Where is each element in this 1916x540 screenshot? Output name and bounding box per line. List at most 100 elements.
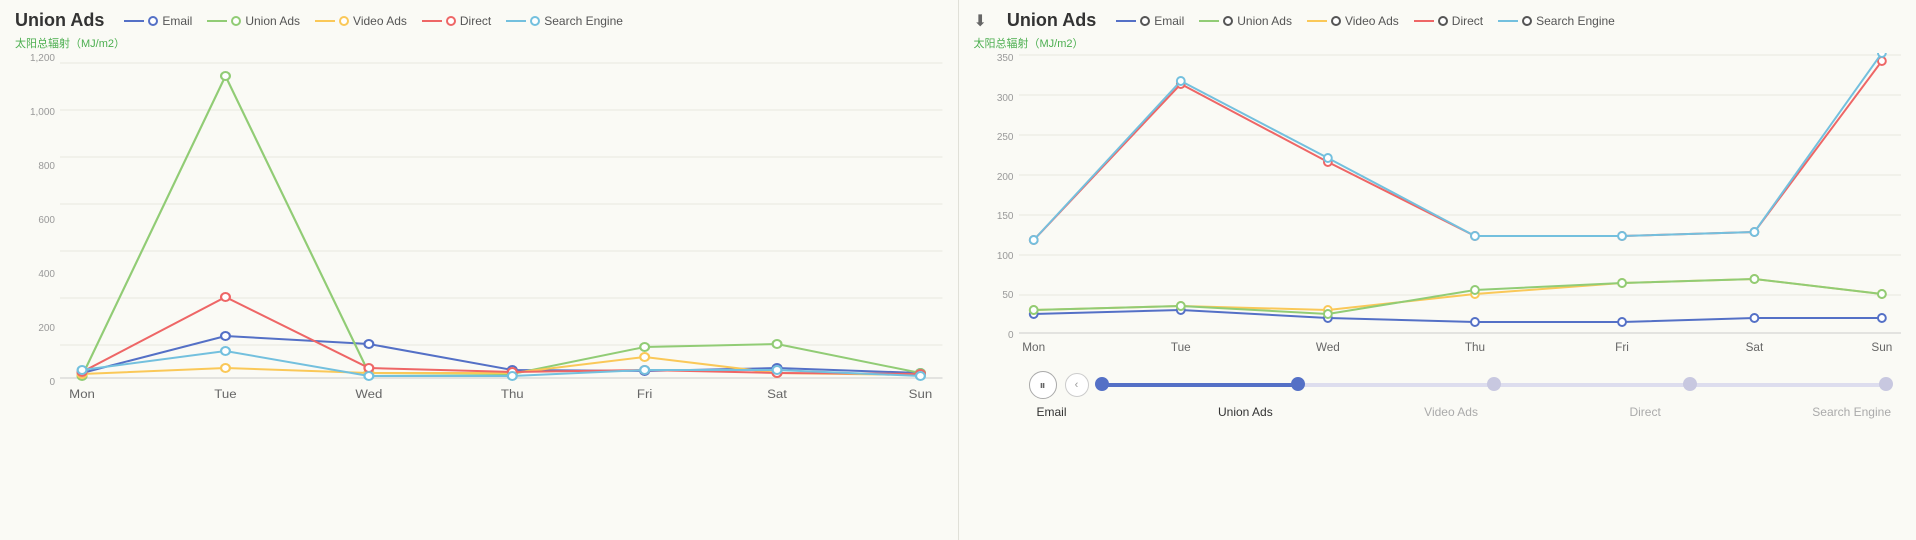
video-legend-label: Video Ads [353, 14, 407, 28]
left-email-line [82, 336, 920, 373]
right-direct-legend-dot [1438, 16, 1448, 26]
right-direct-line [1033, 61, 1881, 240]
right-legend-video: Video Ads [1307, 14, 1399, 28]
timeline-fill [1102, 383, 1298, 387]
left-panel-header: Union Ads Email Union Ads Video Ads Dire… [15, 10, 943, 31]
prev-button[interactable]: ‹ [1065, 373, 1089, 397]
right-video-legend-dot [1331, 16, 1341, 26]
right-direct-legend-label: Direct [1452, 14, 1483, 28]
left-y-1200: 1,200 [30, 53, 55, 64]
search-legend-label: Search Engine [544, 14, 623, 28]
right-union-dot-2 [1323, 310, 1331, 318]
left-direct-dot-1 [221, 293, 230, 301]
right-legend-email: Email [1116, 14, 1184, 28]
timeline-dot-email[interactable] [1095, 377, 1109, 391]
right-email-legend-dot [1140, 16, 1150, 26]
right-email-dot-3 [1471, 318, 1479, 326]
union-legend-line [207, 20, 227, 22]
right-chart-body: 350 300 250 200 150 100 50 0 [974, 53, 1902, 363]
left-xlabel-mon: Mon [69, 388, 95, 401]
timeline-dot-union[interactable] [1291, 377, 1305, 391]
right-xlabel-sun: Sun [1871, 340, 1892, 354]
direct-legend-line [422, 20, 442, 22]
left-legend-video: Video Ads [315, 14, 407, 28]
video-legend-line [315, 20, 335, 22]
right-search-dot-6 [1877, 53, 1885, 57]
right-email-legend-line [1116, 20, 1136, 22]
right-union-dot-1 [1176, 302, 1184, 310]
left-y-400: 400 [38, 269, 55, 280]
left-chart-svg: Mon Tue Wed Thu Fri Sat Sun [60, 53, 943, 413]
right-y-200: 200 [997, 172, 1014, 183]
union-legend-dot [231, 16, 241, 26]
right-search-dot-5 [1750, 228, 1758, 236]
left-search-dot-2 [364, 372, 373, 380]
right-union-legend-label: Union Ads [1237, 14, 1292, 28]
left-chart-panel: Union Ads Email Union Ads Video Ads Dire… [0, 0, 958, 540]
right-union-legend-dot [1223, 16, 1233, 26]
left-legend-search: Search Engine [506, 14, 623, 28]
left-video-dot-1 [221, 364, 230, 372]
union-legend-label: Union Ads [245, 14, 300, 28]
timeline-track[interactable] [1102, 383, 1887, 387]
direct-legend-label: Direct [460, 14, 491, 28]
right-email-dot-6 [1877, 314, 1885, 322]
left-chart-body: 1,200 1,000 800 600 400 200 0 [15, 53, 943, 413]
right-xlabel-mon: Mon [1022, 340, 1045, 354]
pause-button[interactable]: ⏸ [1029, 371, 1057, 399]
right-y-axis: 350 300 250 200 150 100 50 0 [974, 53, 1019, 363]
right-y-250: 250 [997, 132, 1014, 143]
right-union-dot-0 [1029, 306, 1037, 314]
right-chart-panel: ⬇ Union Ads Email Union Ads Video Ads [958, 0, 1916, 540]
search-legend-line [506, 20, 526, 22]
timeline-dot-video[interactable] [1487, 377, 1501, 391]
right-xlabel-fri: Fri [1615, 340, 1629, 354]
right-y-350: 350 [997, 53, 1014, 64]
right-y-300: 300 [997, 93, 1014, 104]
left-search-dot-5 [773, 366, 782, 374]
right-search-legend-label: Search Engine [1536, 14, 1615, 28]
left-direct-dot-2 [364, 364, 373, 372]
right-union-legend-line [1199, 20, 1219, 22]
download-icon[interactable]: ⬇ [974, 11, 987, 31]
right-y-0: 0 [1008, 330, 1014, 341]
right-xlabel-wed: Wed [1315, 340, 1339, 354]
right-search-dot-2 [1323, 154, 1331, 162]
email-legend-label: Email [162, 14, 192, 28]
right-video-legend-line [1307, 20, 1327, 22]
left-y-0: 0 [49, 377, 55, 388]
left-search-dot-6 [916, 372, 925, 380]
right-email-legend-label: Email [1154, 14, 1184, 28]
email-legend-dot [148, 16, 158, 26]
right-y-150: 150 [997, 211, 1014, 222]
left-union-line [82, 76, 920, 376]
left-xlabel-wed: Wed [355, 388, 382, 401]
right-union-dot-4 [1618, 279, 1626, 287]
timeline-label-direct: Direct [1629, 405, 1660, 419]
left-xlabel-sat: Sat [767, 388, 787, 401]
timeline-dot-direct[interactable] [1683, 377, 1697, 391]
right-legend-union: Union Ads [1199, 14, 1292, 28]
right-xlabel-tue: Tue [1170, 340, 1190, 354]
left-xlabel-tue: Tue [214, 388, 236, 401]
right-legend-search: Search Engine [1498, 14, 1615, 28]
right-chart-svg: Mon Tue Wed Thu Fri Sat Sun [1019, 53, 1902, 363]
left-legend-email: Email [124, 14, 192, 28]
left-legend-union: Union Ads [207, 14, 300, 28]
right-y-50: 50 [1002, 290, 1013, 301]
right-axis-label: 太阳总辐射（MJ/m2） [974, 35, 1902, 51]
search-legend-dot [530, 16, 540, 26]
right-search-dot-1 [1176, 77, 1184, 85]
left-search-dot-0 [78, 366, 87, 374]
right-email-dot-4 [1618, 318, 1626, 326]
left-email-dot-2 [364, 340, 373, 348]
right-search-legend-line [1498, 20, 1518, 22]
email-legend-line [124, 20, 144, 22]
left-axis-label: 太阳总辐射（MJ/m2） [15, 35, 943, 51]
left-y-600: 600 [38, 215, 55, 226]
right-svg-container: Mon Tue Wed Thu Fri Sat Sun [1019, 53, 1902, 363]
timeline-label-email: Email [1037, 405, 1067, 419]
left-email-dot-1 [221, 332, 230, 340]
right-xlabel-thu: Thu [1464, 340, 1484, 354]
timeline-dot-search[interactable] [1879, 377, 1893, 391]
